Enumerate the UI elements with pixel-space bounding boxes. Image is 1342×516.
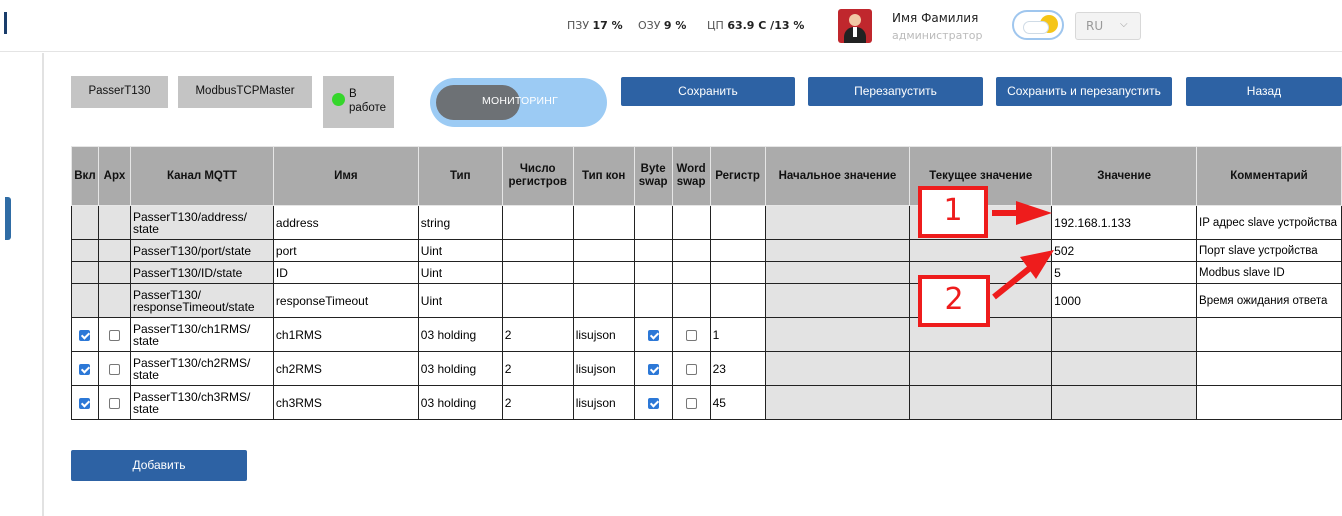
arrow-1-head xyxy=(1016,201,1052,225)
annotation-arrows xyxy=(992,201,1054,300)
annotation-1: 1 xyxy=(918,186,988,238)
arrow-2-shaft xyxy=(992,265,1032,300)
add-channel-button[interactable]: Добавить xyxy=(71,450,247,481)
annotation-2: 2 xyxy=(918,275,990,327)
